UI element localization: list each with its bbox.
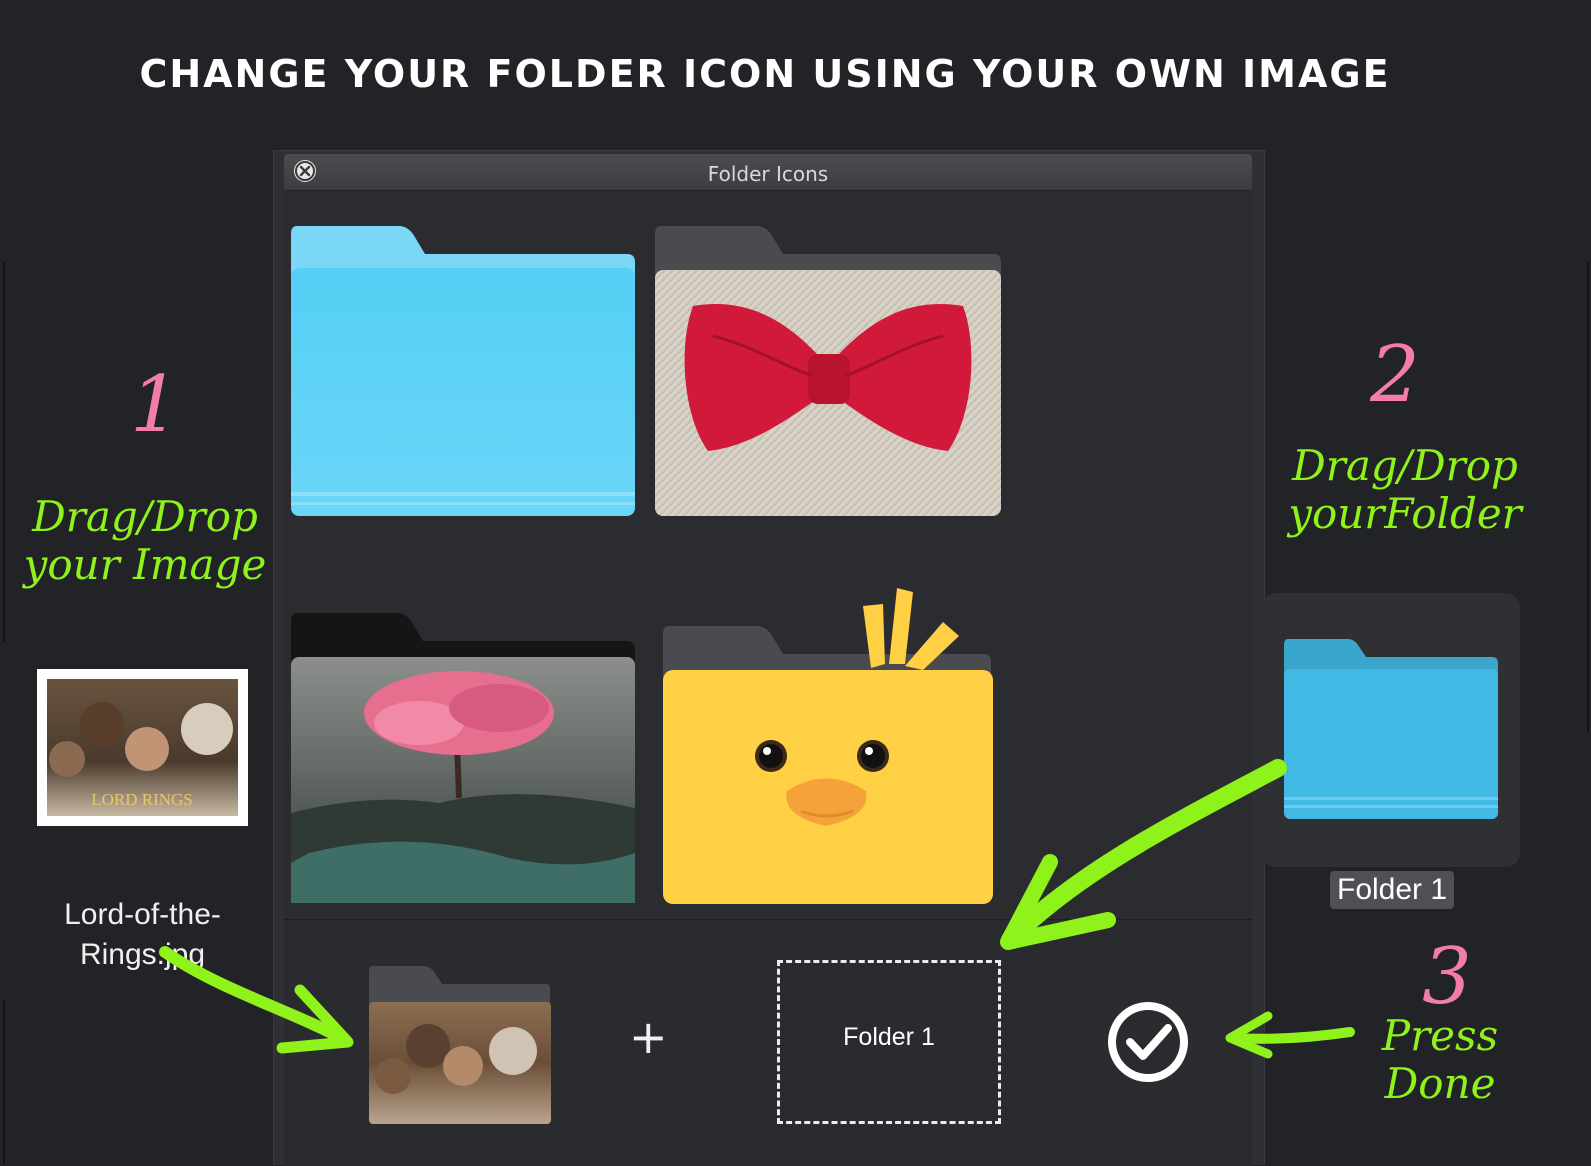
- target-folder-icon: [1284, 639, 1498, 819]
- bottom-toolbar: + Folder 1: [284, 919, 1252, 1166]
- target-folder-panel[interactable]: [1262, 593, 1520, 867]
- tree-folder-icon[interactable]: [289, 613, 637, 905]
- folder-drop-target[interactable]: Folder 1: [777, 960, 1001, 1124]
- edge-divider: [1587, 262, 1589, 732]
- step-2-number: 2: [1370, 330, 1420, 420]
- step-1-line-2: your Image: [23, 540, 267, 589]
- source-image-thumbnail[interactable]: LORD RINGS: [37, 669, 248, 826]
- page-headline: CHANGE YOUR FOLDER ICON USING YOUR OWN I…: [139, 52, 1391, 96]
- window-titlebar[interactable]: Folder Icons: [284, 154, 1252, 191]
- step-1-number: 1: [130, 360, 180, 450]
- step-3-line-2: Done: [1384, 1059, 1496, 1108]
- source-file-name: Lord-of-the- Rings.jpg: [40, 895, 245, 975]
- preview-folder-icon: [369, 966, 551, 1124]
- icon-grid: [284, 191, 1252, 919]
- step-1-instruction: Drag/Drop your Image: [20, 493, 270, 589]
- target-folder-label: Folder 1: [1330, 871, 1455, 909]
- step-3-number: 3: [1422, 932, 1472, 1022]
- folder-icons-window: Folder Icons + Folder 1: [273, 150, 1265, 1166]
- duck-folder-icon[interactable]: [661, 586, 995, 906]
- step-1-line-1: Drag/Drop: [32, 492, 258, 541]
- step-2-instruction: Drag/Drop yourFolder: [1280, 442, 1530, 538]
- bowtie-folder-icon[interactable]: [653, 226, 1003, 518]
- step-3-line-1: Press: [1381, 1011, 1499, 1060]
- poster-title: LORD RINGS: [91, 790, 193, 809]
- step-2-line-2: yourFolder: [1288, 489, 1522, 538]
- edge-divider: [3, 1000, 5, 1164]
- blue-folder-icon[interactable]: [289, 226, 637, 518]
- plus-sign: +: [629, 1010, 668, 1064]
- drop-target-label: Folder 1: [843, 1023, 935, 1051]
- file-name-line-1: Lord-of-the-: [64, 898, 221, 931]
- step-2-line-1: Drag/Drop: [1292, 441, 1518, 490]
- step-3-instruction: Press Done: [1350, 1012, 1530, 1108]
- edge-divider: [3, 262, 5, 642]
- lotr-poster-image: LORD RINGS: [47, 679, 238, 816]
- done-button[interactable]: [1106, 1000, 1190, 1088]
- window-title: Folder Icons: [707, 162, 829, 186]
- file-name-line-2: Rings.jpg: [79, 938, 206, 971]
- checkmark-circle-icon: [1108, 1002, 1188, 1082]
